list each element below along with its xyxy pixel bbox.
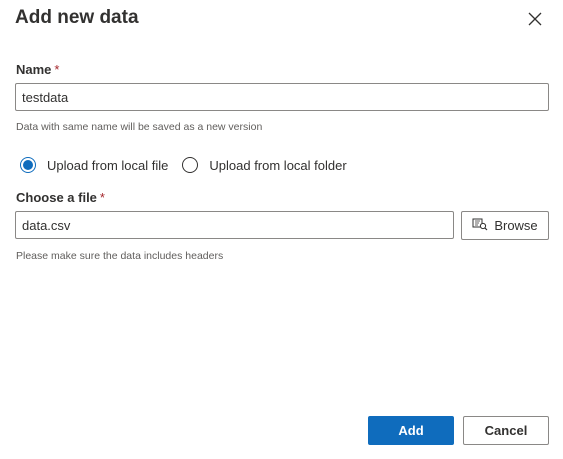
add-button[interactable]: Add xyxy=(368,416,454,445)
name-label: Name * xyxy=(16,62,59,77)
add-new-data-dialog: Add new data Name* Data with same name w… xyxy=(0,0,563,459)
file-label: Choose a file * xyxy=(16,190,105,205)
radio-button-checked[interactable] xyxy=(20,157,36,173)
radio-label-local-folder: Upload from local folder xyxy=(209,157,347,173)
file-hint: Please make sure the data includes heade… xyxy=(16,250,224,262)
file-required-marker: * xyxy=(99,190,105,205)
dialog-title: Add new data xyxy=(15,7,139,28)
name-label-text: Name xyxy=(16,62,52,77)
browse-label: Browse xyxy=(494,218,538,233)
file-path-input[interactable] xyxy=(15,211,454,239)
name-required-marker: * xyxy=(54,62,60,77)
name-hint: Data with same name will be saved as a n… xyxy=(16,121,263,133)
radio-upload-local-folder[interactable]: Upload from local folder xyxy=(182,157,347,173)
radio-label-local-file: Upload from local file xyxy=(47,157,169,173)
cancel-button[interactable]: Cancel xyxy=(463,416,549,445)
radio-button-unchecked[interactable] xyxy=(182,157,199,173)
name-input[interactable] xyxy=(15,83,549,111)
close-icon xyxy=(528,12,542,31)
file-label-text: Choose a file xyxy=(16,190,97,205)
radio-upload-local-file[interactable]: Upload from local file xyxy=(20,157,168,173)
browse-folder-icon xyxy=(472,217,494,234)
radio-dot xyxy=(23,160,33,170)
upload-source-radio-group: Upload from local file Upload from local… xyxy=(20,157,361,173)
browse-button[interactable]: Browse xyxy=(461,211,549,240)
close-button[interactable] xyxy=(524,10,546,32)
